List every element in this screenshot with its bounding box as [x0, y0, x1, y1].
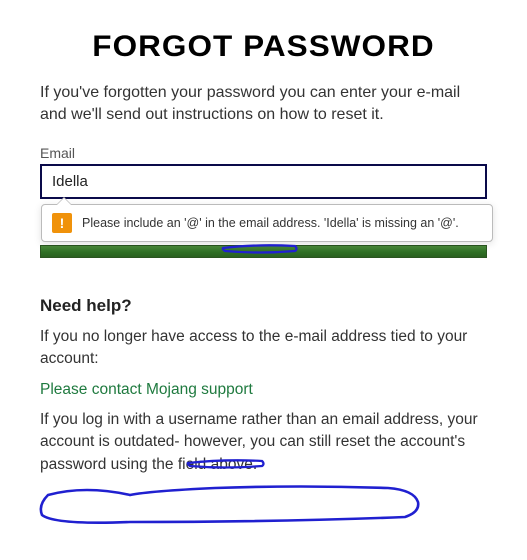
validation-message: Please include an '@' in the email addre… [82, 216, 459, 230]
email-label: Email [40, 145, 487, 161]
email-input-wrap: ! Please include an '@' in the email add… [40, 164, 487, 199]
instructions-text: If you've forgotten your password you ca… [40, 82, 487, 127]
validation-tooltip: ! Please include an '@' in the email add… [41, 204, 493, 242]
email-field[interactable] [40, 164, 487, 199]
support-link[interactable]: Please contact Mojang support [40, 381, 253, 399]
help-title: Need help? [40, 296, 487, 316]
help-outdated-text: If you log in with a username rather tha… [40, 409, 487, 476]
warning-icon: ! [52, 213, 72, 233]
page-title: FORGOT PASSWORD [29, 30, 498, 64]
submit-button-partial[interactable] [40, 245, 487, 258]
help-section: Need help? If you no longer have access … [40, 296, 487, 476]
help-no-access-text: If you no longer have access to the e-ma… [40, 326, 487, 371]
